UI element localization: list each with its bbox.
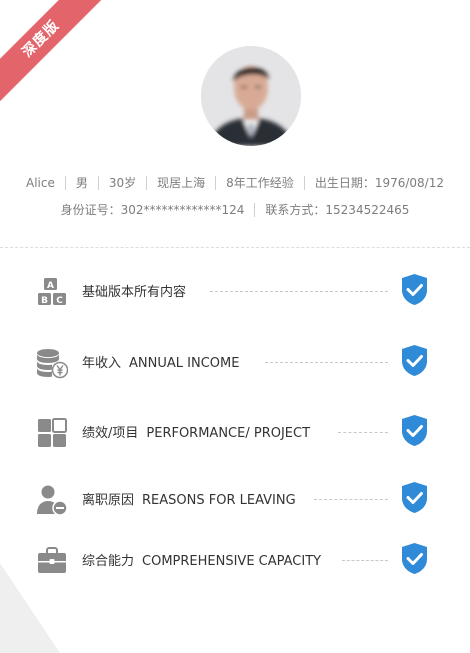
feature-label: 年收入 ANNUAL INCOME xyxy=(82,352,239,371)
feature-label-zh: 综合能力 xyxy=(82,554,135,569)
feature-row-reasons-for-leaving: 离职原因 REASONS FOR LEAVING xyxy=(0,474,470,524)
profile-age: 30岁 xyxy=(108,176,137,190)
profile-id-number: 身份证号：302*************124 xyxy=(60,203,245,217)
feature-label: 基础版本所有内容 xyxy=(82,281,186,300)
feature-label-en: PERFORMANCE/ PROJECT xyxy=(146,426,311,441)
profile-experience: 8年工作经验 xyxy=(226,176,294,190)
feature-row-annual-income: 年收入 ANNUAL INCOME xyxy=(0,337,470,387)
separator xyxy=(303,175,305,190)
dotted-leader xyxy=(314,499,388,500)
feature-label-en: REASONS FOR LEAVING xyxy=(142,493,296,508)
separator xyxy=(254,202,256,217)
feature-label-zh: 年收入 xyxy=(82,356,122,371)
separator xyxy=(64,175,66,190)
feature-row-basic-content: A B C 基础版本所有内容 xyxy=(0,266,470,316)
separator xyxy=(146,175,148,190)
profile-gender: 男 xyxy=(75,176,88,190)
abc-blocks-icon: A B C xyxy=(38,278,66,306)
profile-birth-date: 出生日期：1976/08/12 xyxy=(314,176,444,190)
profile-summary-row: Alice 男 30岁 现居上海 8年工作经验 出生日期：1976/08/12 xyxy=(0,174,470,191)
profile-contact: 联系方式：15234522465 xyxy=(265,203,410,217)
feature-label-zh: 离职原因 xyxy=(82,493,135,508)
feature-label-en: ANNUAL INCOME xyxy=(129,356,240,371)
feature-label: 综合能力 COMPREHENSIVE CAPACITY xyxy=(82,550,321,569)
grid-tiles-icon xyxy=(38,418,67,447)
feature-label-zh: 绩效/项目 xyxy=(82,426,139,441)
shield-check-icon xyxy=(402,482,427,513)
avatar xyxy=(201,46,301,146)
coins-yen-icon xyxy=(37,349,68,379)
svg-text:A: A xyxy=(47,281,54,291)
profile-name: Alice xyxy=(26,175,55,190)
feature-row-comprehensive-capacity: 综合能力 COMPREHENSIVE CAPACITY xyxy=(0,535,470,585)
feature-label-en: COMPREHENSIVE CAPACITY xyxy=(142,554,322,569)
feature-label: 离职原因 REASONS FOR LEAVING xyxy=(82,489,296,508)
shield-check-icon xyxy=(402,415,427,446)
feature-label: 绩效/项目 PERFORMANCE/ PROJECT xyxy=(82,422,310,441)
profile-contact-row: 身份证号：302*************124 联系方式：1523452246… xyxy=(0,201,470,218)
shield-check-icon xyxy=(402,345,427,376)
version-badge-label: 深度版 xyxy=(0,0,105,103)
dotted-leader xyxy=(338,432,388,433)
page-curl-decoration xyxy=(0,563,60,653)
avatar-photo xyxy=(201,46,301,146)
shield-check-icon xyxy=(402,543,427,574)
svg-text:C: C xyxy=(56,296,63,306)
version-ribbon: 深度版 xyxy=(0,0,110,110)
separator xyxy=(97,175,99,190)
section-divider xyxy=(0,247,470,248)
dotted-leader xyxy=(265,362,388,363)
feature-label-zh: 基础版本所有内容 xyxy=(82,285,187,300)
dotted-leader xyxy=(342,560,388,561)
profile-residence: 现居上海 xyxy=(157,176,206,190)
user-minus-icon xyxy=(37,485,68,516)
feature-row-performance-project: 绩效/项目 PERFORMANCE/ PROJECT xyxy=(0,407,470,457)
dotted-leader xyxy=(210,291,388,292)
svg-text:B: B xyxy=(41,296,48,306)
shield-check-icon xyxy=(402,274,427,305)
separator xyxy=(215,175,217,190)
